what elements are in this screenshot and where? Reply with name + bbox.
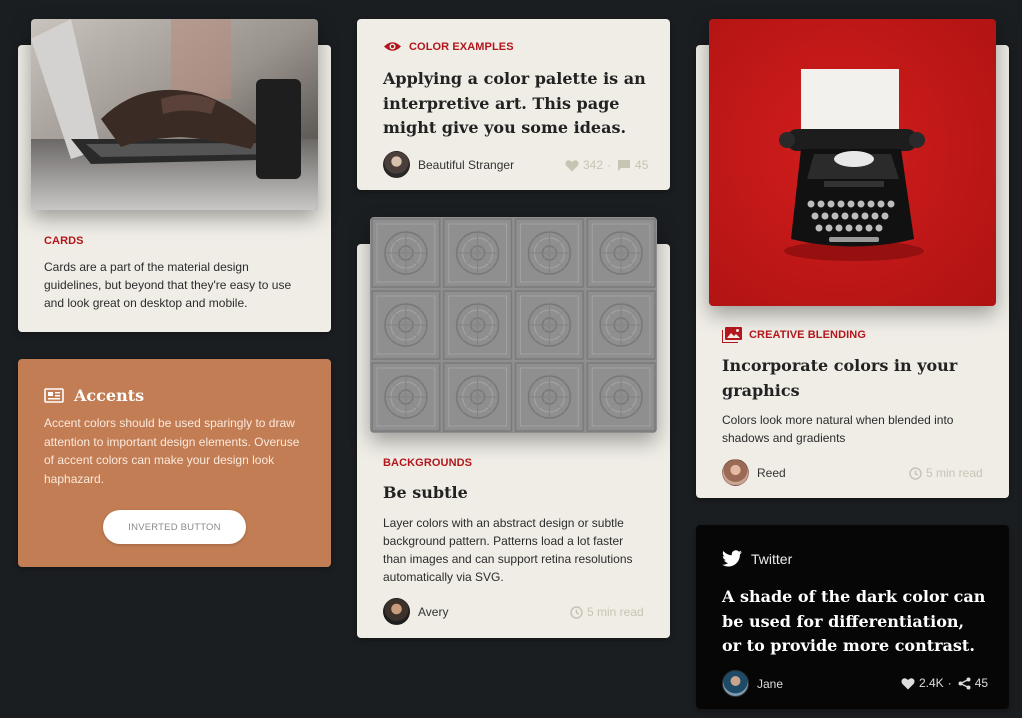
likes-count: 2.4K <box>919 676 944 690</box>
creative-text: Colors look more natural when blended in… <box>722 413 954 445</box>
color-examples-headline[interactable]: Applying a color palette is an interpret… <box>383 67 648 141</box>
pattern-image <box>370 217 657 433</box>
share-icon[interactable] <box>958 677 971 690</box>
separator: · <box>947 676 952 690</box>
accents-text: Accent colors should be used sparingly t… <box>44 416 300 486</box>
avatar <box>722 459 749 486</box>
clock-icon <box>570 605 583 619</box>
avatar <box>383 598 410 625</box>
twitter-stats: 2.4K · 45 <box>901 676 988 690</box>
twitter-card: Twitter A shade of the dark color can be… <box>696 525 1009 709</box>
heart-icon[interactable] <box>901 677 915 690</box>
accents-title: Accents <box>74 386 145 405</box>
color-examples-author[interactable]: Beautiful Stranger <box>383 151 514 178</box>
read-time-label: 5 min read <box>587 605 644 619</box>
clock-icon <box>909 466 922 480</box>
author-name: Avery <box>418 604 449 619</box>
laptop-illustration <box>31 19 318 210</box>
creative-kicker-label: Creative Blending <box>749 329 867 341</box>
twitter-source-label: Twitter <box>751 550 793 567</box>
laptop-photo <box>31 19 318 210</box>
backgrounds-author[interactable]: Avery <box>383 598 448 625</box>
color-examples-kicker-label: Color Examples <box>409 40 514 53</box>
avatar <box>383 151 410 178</box>
color-examples-card: Color Examples Applying a color palette … <box>357 19 670 190</box>
backgrounds-read-time: 5 min read <box>570 605 644 619</box>
inverted-button[interactable]: INVERTED BUTTON <box>103 510 246 544</box>
avatar <box>722 670 749 697</box>
image-icon <box>722 327 742 343</box>
author-name: Reed <box>757 465 786 480</box>
creative-headline[interactable]: Incorporate colors in your graphics <box>722 354 992 403</box>
backgrounds-text: Layer colors with an abstract design or … <box>383 516 633 584</box>
typewriter-illustration <box>709 19 996 306</box>
newspaper-icon <box>44 388 64 403</box>
author-name: Jane <box>757 676 784 691</box>
backgrounds-kicker: Backgrounds <box>383 457 473 469</box>
creative-author[interactable]: Reed <box>722 459 786 486</box>
creative-read-time: 5 min read <box>909 466 983 480</box>
cards-kicker: Cards <box>44 235 84 247</box>
tile-pattern <box>370 217 657 433</box>
cards-text: Cards are a part of the material design … <box>44 260 292 310</box>
backgrounds-headline[interactable]: Be subtle <box>383 481 648 506</box>
likes-count: 342 <box>583 158 604 172</box>
comment-icon[interactable] <box>617 159 631 172</box>
twitter-headline[interactable]: A shade of the dark color can be used fo… <box>722 585 987 659</box>
shares-count: 45 <box>974 676 989 690</box>
color-examples-kicker: Color Examples <box>383 40 514 53</box>
accents-card: Accents Accent colors should be used spa… <box>18 359 331 567</box>
heart-icon[interactable] <box>565 159 579 172</box>
author-name: Beautiful Stranger <box>418 157 515 172</box>
twitter-author[interactable]: Jane <box>722 670 783 697</box>
eye-icon <box>384 42 401 51</box>
typewriter-photo <box>709 19 996 306</box>
separator: · <box>607 158 612 172</box>
color-examples-stats: 342 · 45 <box>565 158 648 172</box>
comments-count: 45 <box>635 158 649 172</box>
creative-kicker: Creative Blending <box>722 327 866 343</box>
twitter-bird-icon[interactable] <box>722 550 742 567</box>
read-time-label: 5 min read <box>926 466 983 480</box>
